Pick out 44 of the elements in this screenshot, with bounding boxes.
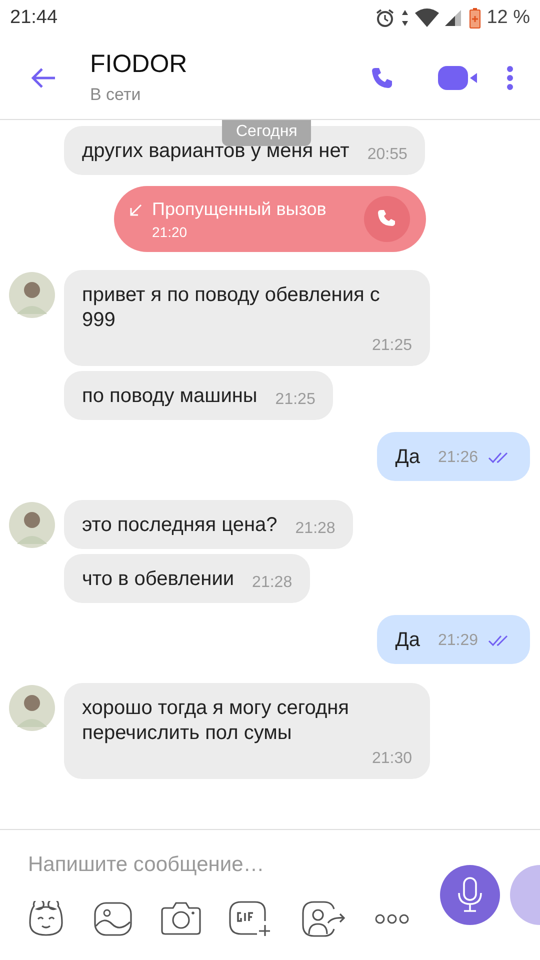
message-text: Да — [395, 628, 420, 653]
avatar[interactable] — [9, 685, 55, 731]
message-text: это последняя цена? — [82, 513, 278, 538]
more-menu-icon[interactable] — [506, 64, 514, 90]
message-time: 21:30 — [372, 749, 412, 768]
call-back-icon[interactable] — [364, 196, 410, 242]
alarm-icon — [374, 8, 395, 28]
battery-percent: 12 % — [486, 7, 530, 29]
message-time: 21:25 — [275, 390, 316, 409]
contact-status: В сети — [90, 85, 142, 105]
share-contact-icon[interactable] — [302, 901, 346, 937]
bear-face-icon[interactable] — [26, 901, 66, 937]
message-input[interactable]: Напишите сообщение… — [26, 853, 430, 877]
gallery-icon[interactable] — [94, 902, 132, 936]
message-time: 20:55 — [367, 145, 408, 164]
missed-call-bubble[interactable]: Пропущенный вызов 21:20 — [114, 186, 426, 252]
message-text: привет я по поводу обевления с 999 — [82, 283, 381, 333]
battery-icon — [468, 7, 481, 29]
back-arrow-icon[interactable] — [30, 66, 56, 88]
camera-icon[interactable] — [160, 901, 201, 937]
contact-name: FIODOR — [90, 50, 188, 79]
data-arrows-icon — [400, 8, 409, 28]
message-time: 21:25 — [372, 336, 412, 355]
microphone-icon — [457, 877, 483, 913]
message-time: 21:28 — [252, 573, 292, 592]
avatar[interactable] — [9, 502, 55, 548]
message-time: 21:26 — [438, 448, 478, 466]
message-text: что в обевлении — [82, 567, 234, 592]
message-text: по поводу машины — [82, 384, 258, 409]
message-time: 21:29 — [438, 632, 478, 650]
missed-call-label: Пропущенный вызов — [152, 198, 328, 220]
message-text: хорошо тогда я могу сегодня перечислить пол сумы — [82, 696, 350, 746]
status-time: 21:44 — [10, 7, 58, 29]
signal-icon — [444, 8, 463, 28]
phone-icon[interactable] — [370, 66, 394, 90]
message-time: 21:28 — [295, 519, 336, 538]
more-options-icon[interactable] — [374, 913, 410, 925]
missed-call-time: 21:20 — [152, 224, 188, 240]
date-chip: Сегодня — [222, 120, 312, 146]
avatar[interactable] — [9, 272, 55, 318]
message-text: Да — [395, 445, 420, 470]
video-camera-icon[interactable] — [438, 64, 478, 90]
missed-arrow-icon — [130, 204, 142, 216]
wifi-icon — [414, 8, 439, 28]
